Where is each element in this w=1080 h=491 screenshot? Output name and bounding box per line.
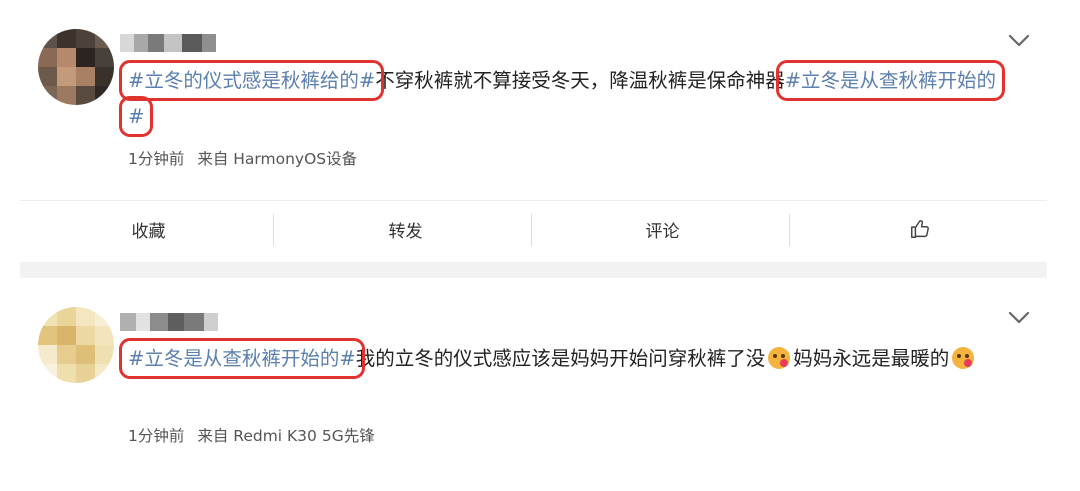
- feed-separator: [20, 262, 1047, 278]
- topic-link[interactable]: #立冬的仪式感是秋裤给的#: [118, 60, 385, 101]
- chevron-down-icon[interactable]: [1008, 34, 1030, 48]
- username-mosaic: [120, 313, 218, 331]
- user-avatar[interactable]: [38, 29, 114, 105]
- action-bar: 收藏 转发 评论: [20, 200, 1047, 257]
- like-button[interactable]: [791, 201, 1048, 257]
- post-source: 来自 HarmonyOS设备: [197, 150, 358, 168]
- post-meta: 1分钟前 来自 Redmi K30 5G先锋: [128, 424, 383, 446]
- action-divider: [531, 214, 532, 246]
- weibo-post-2: #立冬是从查秋裤开始的#我的立冬的仪式感应该是妈妈开始问穿秋裤了没 妈妈永远是最暖…: [0, 278, 1080, 491]
- post-time: 1分钟前: [128, 427, 185, 445]
- blurred-avatar: [38, 29, 114, 105]
- repost-button[interactable]: 转发: [277, 201, 534, 257]
- comment-label: 评论: [645, 221, 680, 242]
- post-content: #立冬的仪式感是秋裤给的#不穿秋裤就不算接受冬天，降温秋裤是保命神器#立冬是从查…: [118, 60, 1008, 137]
- comment-button[interactable]: 评论: [534, 201, 791, 257]
- blush-emoji-icon: [952, 347, 975, 369]
- blurred-avatar: [38, 307, 114, 383]
- favorite-button[interactable]: 收藏: [20, 201, 277, 257]
- blush-emoji-icon: [768, 347, 791, 369]
- username-mosaic: [120, 34, 216, 52]
- thumbs-up-icon: [910, 220, 929, 238]
- post-text: 我的立冬的仪式感应该是妈妈开始问穿秋裤了没: [355, 347, 766, 370]
- action-divider: [789, 214, 790, 246]
- post-time: 1分钟前: [128, 150, 185, 168]
- chevron-down-icon[interactable]: [1008, 311, 1030, 325]
- favorite-label: 收藏: [131, 221, 166, 242]
- post-text: 妈妈永远是最暖的: [793, 347, 950, 370]
- repost-label: 转发: [388, 221, 423, 242]
- topic-link[interactable]: #立冬是从查秋裤开始的#: [119, 338, 365, 379]
- post-text: 不穿秋裤就不算接受冬天，降温秋裤是保命神器: [375, 69, 785, 92]
- post-meta: 1分钟前 来自 HarmonyOS设备: [128, 147, 365, 169]
- user-avatar[interactable]: [38, 307, 114, 383]
- action-divider: [273, 214, 274, 246]
- post-content: #立冬是从查秋裤开始的#我的立冬的仪式感应该是妈妈开始问穿秋裤了没 妈妈永远是最暖…: [119, 338, 1008, 379]
- post-source: 来自 Redmi K30 5G先锋: [197, 427, 375, 445]
- weibo-post-1: #立冬的仪式感是秋裤给的#不穿秋裤就不算接受冬天，降温秋裤是保命神器#立冬是从查…: [0, 0, 1080, 262]
